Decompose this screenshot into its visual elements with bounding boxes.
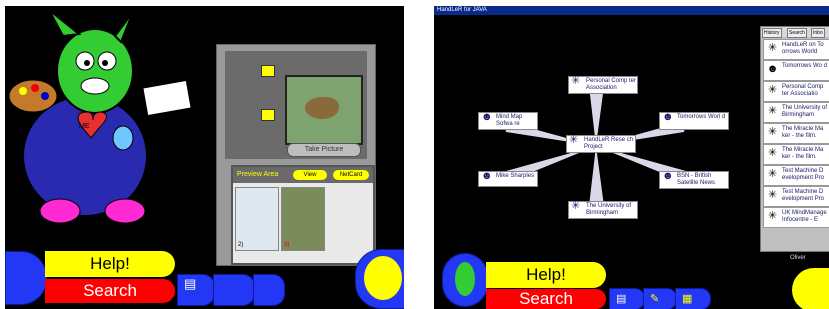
history-item-label: The Miracle Ma ker - the film. [782,147,824,160]
network-icon: ✳ [767,189,778,201]
pencil-icon: ✎ [650,293,660,305]
person-icon: ☻ [662,170,674,182]
history-item-label: UK MindManage Infocentre - E [782,210,827,223]
history-item-label: Personal Comp ter Associatio [782,84,824,97]
face-icon [364,256,402,300]
history-item-label: The University of Birmingham [782,105,828,118]
thumb-number: 2) [238,242,244,248]
history-item[interactable]: ✳ The University of Birmingham [763,102,829,123]
history-item-label: HandLeR on To orrows World [782,42,824,55]
history-item-label: Tomorrows Wo d [782,63,827,69]
network-icon: ✳ [571,75,581,87]
person-icon: ☻ [662,111,674,123]
map-node[interactable]: ✳ The University of Birmingham [568,201,638,219]
history-panel: History Search Inbo ✳ HandLeR on To orrow… [760,26,829,252]
chart-icon: ▦ [682,293,693,305]
notebook-button[interactable]: ▤ [177,274,215,306]
history-item[interactable]: ✳ Test Machine D evelopment Pro [763,186,829,207]
network-icon: ✳ [767,105,778,117]
netcard-button[interactable]: NetCard [333,170,369,180]
history-item[interactable]: ✳ UK MindManage Infocentre - E [763,207,829,228]
film-icon[interactable] [261,109,275,121]
mascot-button[interactable] [442,253,488,307]
network-icon: ✳ [767,147,778,159]
history-item[interactable]: ✳ The Miracle Ma ker - the film. [763,123,829,144]
notebook-button[interactable]: ▤ [609,288,645,309]
person-icon: ☻ [481,170,493,182]
tab-search[interactable]: Search [787,28,807,38]
map-node-center[interactable]: ✳ HandLeR Rese ch Project [566,135,636,153]
draw-button[interactable]: ✎ [643,288,677,309]
tab-inbox[interactable]: Inbo [811,28,825,38]
person-icon: ☻ [766,63,779,75]
rabbit-mascot: ME [8,9,192,224]
map-node[interactable]: ☻ Mind Map Sofwa re [478,112,538,130]
map-node[interactable]: ☻ Tomorrows Worl d [659,112,729,130]
notebook-icon: ▤ [616,293,627,305]
mascot-button[interactable] [5,251,47,305]
preview-title: Preview Area [237,171,279,178]
tool-button-2[interactable] [213,274,255,306]
notebook-icon: ▤ [184,276,197,291]
left-app-screen: ME Take Picture Preview Area View NetCar… [5,6,404,309]
search-button[interactable]: Search [486,289,606,309]
history-tabs: History Search Inbo [761,27,829,38]
map-node-label: The University of Birmingham [586,203,632,216]
camera-body: Take Picture [225,51,367,159]
map-node-label: HandLeR Rese ch Project [584,137,634,150]
history-item[interactable]: ✳ Personal Comp ter Associatio [763,81,829,102]
history-item-label: The Miracle Ma ker - the film. [782,126,824,139]
preview-header: Preview Area View NetCard [233,167,373,183]
search-button[interactable]: Search [45,279,175,303]
thumb-number: 3) [284,242,290,248]
chart-button[interactable]: ▦ [675,288,711,309]
network-icon: ✳ [767,168,778,180]
rabbit-icon [455,262,475,296]
face-icon[interactable] [792,268,829,309]
network-icon: ✳ [571,200,581,212]
map-node[interactable]: ☻ Mike Sharples [478,171,538,187]
view-button[interactable]: View [293,170,327,180]
network-icon: ✳ [767,84,778,96]
preview-thumb-2[interactable]: 3) [281,187,325,251]
history-item[interactable]: ✳ The Miracle Ma ker - the film. [763,144,829,165]
map-node-label: Mike Sharples [496,173,535,179]
bird-image [305,97,339,119]
camera-window: Take Picture Preview Area View NetCard 2… [216,44,376,266]
user-name: Oliver [790,255,806,261]
map-node-label: Personal Comp ter Association [586,78,637,91]
history-item[interactable]: ☻ Tomorrows Wo d [763,60,829,81]
preview-thumb-1[interactable]: 2) [235,187,279,251]
help-button[interactable]: Help! [45,251,175,277]
history-item[interactable]: ✳ HandLeR on To orrows World [763,39,829,60]
person-icon: ☻ [481,111,493,123]
map-node[interactable]: ✳ Personal Comp ter Association [568,76,638,94]
tab-history[interactable]: History [762,28,782,38]
map-node[interactable]: ☻ BSN - British Satellite News [659,171,729,189]
tool-button-3[interactable] [253,274,285,306]
help-button[interactable]: Help! [486,262,606,288]
camera-icon[interactable] [261,65,275,77]
preview-area: Preview Area View NetCard 2) 3) [231,165,375,265]
history-item-label: Test Machine D evelopment Pro [782,189,825,202]
network-icon: ✳ [767,210,778,222]
face-button[interactable] [355,249,404,309]
map-node-label: BSN - British Satellite News [677,173,716,186]
camera-photo [285,75,363,145]
network-icon: ✳ [767,126,778,138]
map-node-label: Mind Map Sofwa re [496,114,523,127]
history-item[interactable]: ✳ Test Machine D evelopment Pro [763,165,829,186]
svg-text:ME: ME [79,123,90,130]
network-icon: ✳ [569,134,579,146]
history-item-label: Test Machine D evelopment Pro [782,168,825,181]
right-app-screen: HandLeR for JAVA ✳ HandLeR Rese ch Proje… [434,6,829,309]
take-picture-button[interactable]: Take Picture [287,143,361,157]
map-node-label: Tomorrows Worl d [677,114,726,120]
network-icon: ✳ [767,42,778,54]
